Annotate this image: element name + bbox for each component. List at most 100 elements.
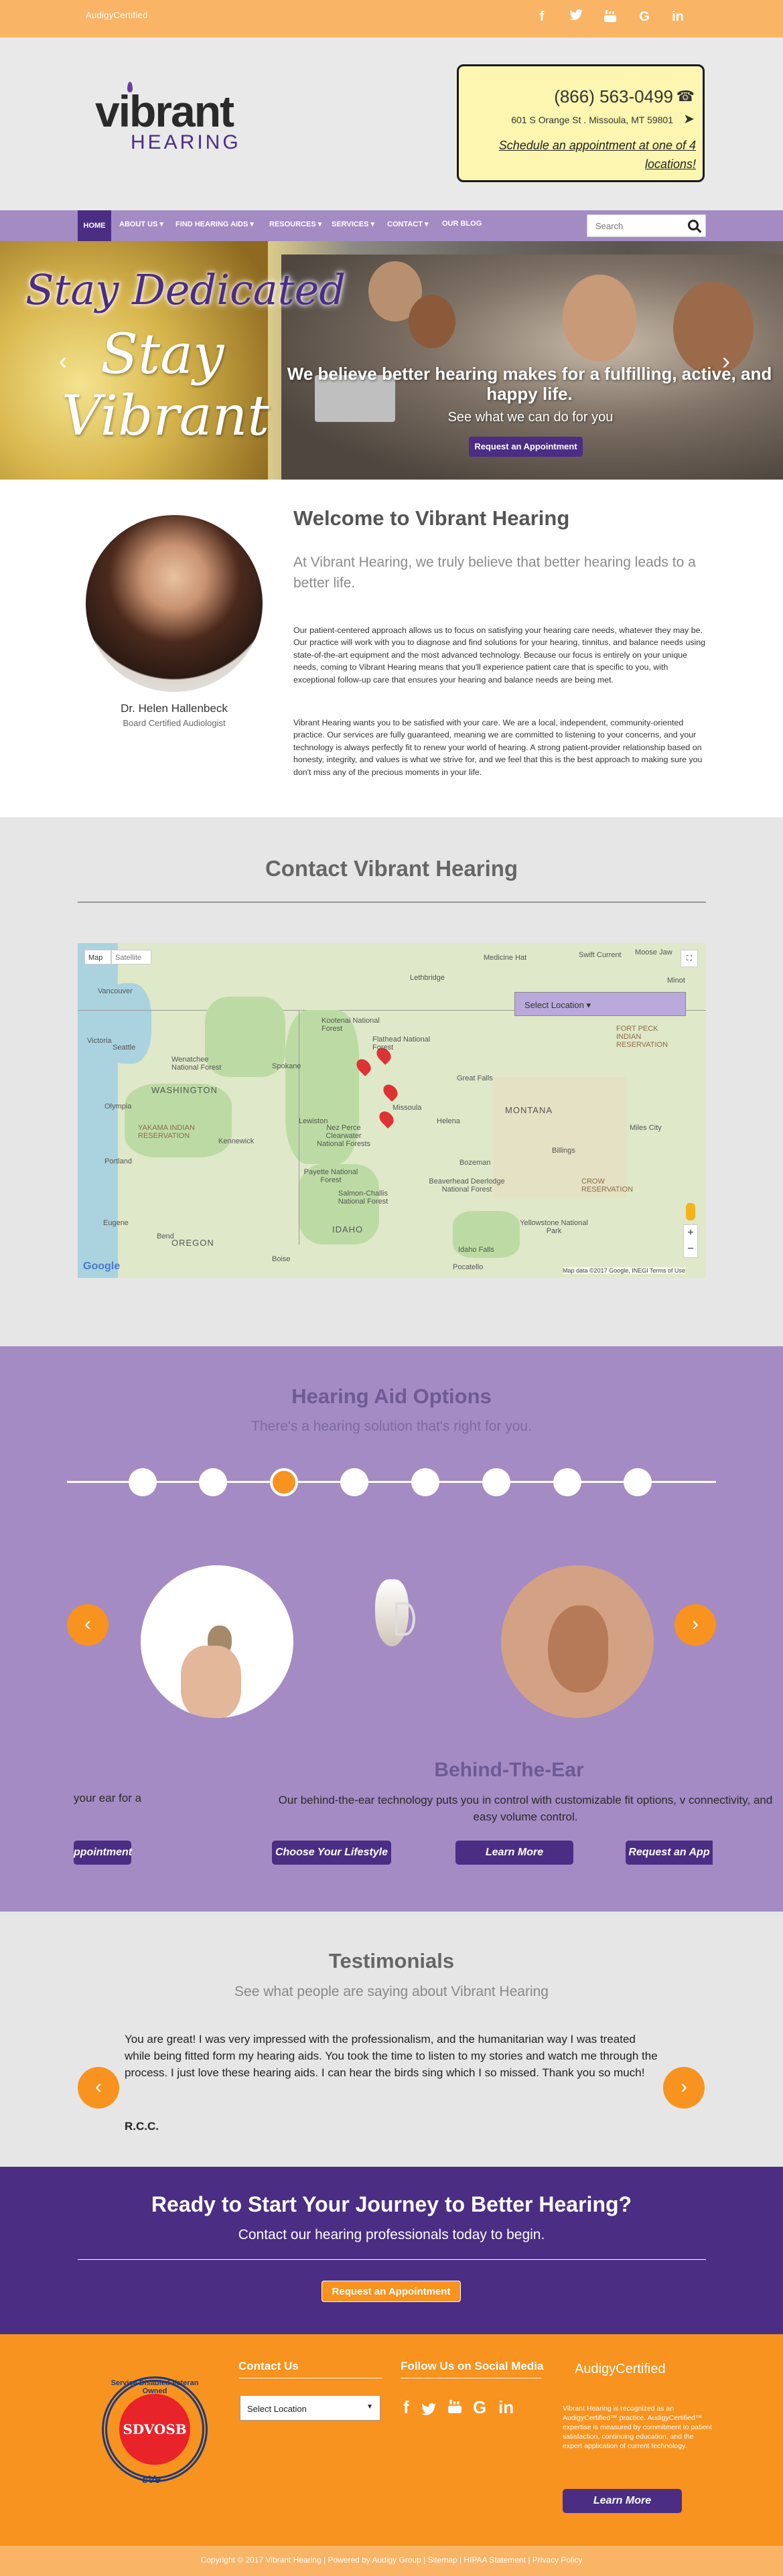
carousel-dot[interactable] [129,1468,157,1496]
map-label: Nez Perce Clearwater National Forests [316,1124,371,1148]
options-next-arrow[interactable]: › [674,1604,716,1646]
google-plus-icon[interactable]: G [636,9,652,25]
hearing-aid-tube [395,1602,415,1636]
pegman-icon[interactable] [686,1203,695,1220]
search-input[interactable] [595,221,683,231]
nav-home[interactable]: HOME [78,210,111,241]
hero-stay-text: Stay [100,323,224,386]
map-label: Helena [437,1117,460,1125]
nav-about-us[interactable]: ABOUT US ▾ [119,220,163,228]
map-attribution[interactable]: Map data ©2017 Google, INEGI Terms of Us… [563,1267,686,1274]
linkedin-icon[interactable]: in [498,2397,514,2418]
map-label: Eugene [103,1219,129,1227]
twitter-icon[interactable] [421,2401,437,2421]
audigy-certified-logo[interactable]: AudigyCertified [86,10,148,20]
chevron-down-icon: ▼ [366,2403,373,2411]
site-logo[interactable]: vibrant [95,86,234,137]
copyright-links[interactable]: Copyright © 2017 Vibrant Hearing | Power… [0,2555,783,2565]
product-image-bte[interactable] [367,1575,431,1656]
carousel-dot[interactable] [624,1468,652,1496]
seal-text: Service Disabled Veteran Owned [111,2379,199,2395]
hero-request-button[interactable]: Request an Appointment [469,437,583,457]
map-label: Billings [552,1147,575,1155]
zoom-controls[interactable]: + − [683,1224,698,1258]
phone-number[interactable]: (866) 563-0499 [554,86,673,107]
finger [181,1646,241,1718]
choose-lifestyle-button[interactable]: Choose Your Lifestyle [272,1841,391,1865]
map-label: Salmon-Challis National Forest [338,1190,388,1206]
options-prev-arrow[interactable]: ‹ [67,1604,109,1646]
youtube-icon[interactable] [602,9,618,27]
cta-request-button[interactable]: Request an Appointment [322,2281,461,2302]
map-tab-satellite[interactable]: Satellite [111,950,151,964]
footer-learn-more-button[interactable]: Learn More [563,2489,682,2513]
youtube-icon[interactable] [447,2398,462,2420]
carousel-dot[interactable] [553,1468,581,1496]
map-label: YAKAMA INDIAN RESERVATION [138,1124,195,1140]
search-icon[interactable] [688,220,699,230]
welcome-paragraph-2: Vibrant Hearing wants you to be satisfie… [293,718,703,777]
nav-our-blog[interactable]: OUR BLOG [442,220,482,228]
map-label: Lewiston [299,1117,328,1125]
learn-more-button[interactable]: Learn More [455,1841,573,1865]
carousel-dot[interactable] [482,1468,510,1496]
map-label: Spokane [272,1062,301,1070]
contact-heading: Contact Vibrant Hearing [265,856,518,881]
options-heading: Hearing Aid Options [291,1384,492,1408]
twitter-icon[interactable] [568,9,584,25]
map-label: Moose Jaw [635,948,672,956]
carousel-dot[interactable] [411,1468,439,1496]
map-label: Flathead National Forest [372,1035,431,1052]
map-label: Yellowstone National Park [520,1219,588,1235]
options-timeline [67,1481,716,1483]
request-appointment-partial-button[interactable]: ppointment [74,1841,132,1865]
nav-contact[interactable]: CONTACT ▾ [387,220,429,228]
google-plus-icon[interactable]: G [473,2397,486,2418]
hero-person [409,295,455,348]
map-label: Bend [157,1232,174,1240]
fullscreen-icon[interactable]: ⛶ [681,950,698,967]
map-label: Bozeman [459,1159,491,1167]
product-image-ric[interactable] [501,1565,654,1718]
product-image-in-ear[interactable] [141,1565,293,1718]
testimonials-next-arrow[interactable]: › [663,2067,705,2108]
footer-location-select[interactable]: Select Location ▼ [240,2395,380,2421]
options-subheading: There's a hearing solution that's right … [251,1419,532,1434]
carousel-dot[interactable] [340,1468,368,1496]
testimonials-prev-arrow[interactable]: ‹ [78,2067,119,2108]
map-location-select[interactable]: Select Location ▾ [514,992,686,1016]
doctor-title: Board Certified Audiologist [123,718,226,728]
ear [548,1605,608,1693]
facebook-icon[interactable]: f [534,9,550,25]
map-label: Idaho Falls [458,1246,494,1254]
hero-prev-arrow[interactable]: ‹ [59,347,67,375]
request-appointment-button[interactable]: Request an App [626,1841,713,1865]
cta-heading: Ready to Start Your Journey to Better He… [151,2192,632,2216]
map-label: MONTANA [505,1105,553,1115]
linkedin-icon[interactable]: in [670,9,686,25]
map-label: Lethbridge [410,974,445,982]
nav-services[interactable]: SERVICES ▾ [332,220,374,228]
nav-resources[interactable]: RESOURCES ▾ [269,220,322,228]
hero-headline: We believe better hearing makes for a fu… [287,364,772,404]
footer-contact-heading: Contact Us [238,2360,299,2372]
map-label: Wenatchee National Forest [171,1056,222,1072]
map-pin[interactable] [380,1082,401,1102]
map-label: Payette National Forest [303,1168,358,1184]
facebook-icon[interactable]: f [403,2397,409,2418]
schedule-link[interactable]: Schedule an appointment at one of 4 loca… [482,136,696,173]
map-label: CROW RESERVATION [581,1177,634,1194]
carousel-dot-active[interactable] [270,1468,298,1496]
map-label: Victoria [87,1037,112,1045]
address: 601 S Orange St . Missoula, MT 59801 [511,115,673,125]
options-partial-text: your ear for a [74,1792,142,1804]
welcome-paragraph-1: Our patient-centered approach allows us … [293,626,706,685]
testimonial-author: R.C.C. [125,2120,159,2133]
doctor-avatar [86,515,263,692]
footer-audigy-logo[interactable]: AudigyCertified [575,2362,666,2377]
map-label: Miles City [630,1124,662,1132]
map-tab-map[interactable]: Map [84,950,111,964]
map-label: Swift Current [579,951,622,959]
carousel-dot[interactable] [199,1468,227,1496]
nav-find-hearing-aids[interactable]: FIND HEARING AIDS ▾ [175,220,254,228]
